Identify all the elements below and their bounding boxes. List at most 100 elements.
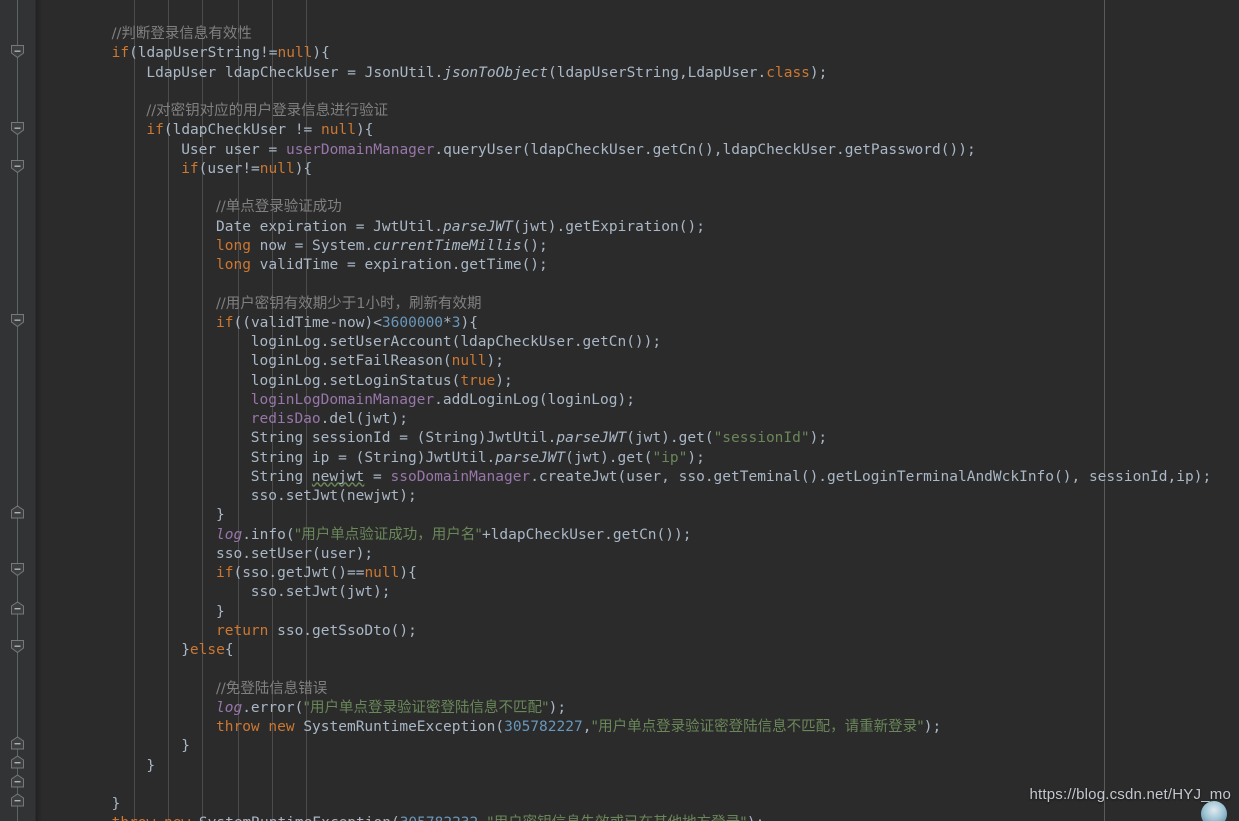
token-id: user — [626, 468, 662, 485]
fold-collapse-icon[interactable] — [10, 44, 25, 59]
token-punct: ); — [687, 449, 705, 466]
indent-guide-0 — [134, 0, 135, 821]
code-line[interactable]: }else{ — [181, 641, 233, 660]
code-line[interactable]: } — [146, 757, 155, 776]
code-line[interactable]: String newjwt = ssoDomainManager.createJ… — [251, 468, 1211, 487]
code-line[interactable]: loginLog.setUserAccount(ldapCheckUser.ge… — [251, 333, 661, 352]
fold-collapse-icon[interactable] — [10, 159, 25, 174]
token-op: < — [373, 314, 382, 331]
token-op: != — [242, 160, 260, 177]
code-editor[interactable]: //判断登录信息有效性 if(ldapUserString!=null){Ldap… — [0, 0, 1239, 821]
code-line[interactable]: Date expiration = JwtUtil.parseJWT(jwt).… — [216, 218, 705, 237]
token-id: LdapUser ldapCheckUser — [146, 64, 348, 81]
token-punct: ( — [617, 468, 627, 485]
fold-collapse-icon[interactable] — [10, 313, 25, 328]
code-line[interactable]: redisDao.del(jwt); — [251, 410, 408, 429]
code-line[interactable]: long validTime = expiration.getTime(); — [216, 256, 548, 275]
token-id: ldapUserString,LdapUser. — [556, 64, 767, 81]
token-punct: ( — [355, 411, 365, 427]
editor-gutter[interactable] — [0, 0, 36, 821]
token-id: .del — [320, 411, 356, 427]
fold-end-icon[interactable] — [10, 755, 25, 770]
code-line[interactable]: log.info("用户单点验证成功，用户名"+ldapCheckUser.ge… — [216, 526, 691, 545]
token-punct: ( — [391, 815, 400, 821]
code-line[interactable]: User user = userDomainManager.queryUser (… — [181, 141, 975, 160]
fold-end-icon[interactable] — [10, 601, 25, 616]
code-line[interactable]: //单点登录验证成功 — [216, 198, 342, 217]
code-line[interactable]: loginLog.setLoginStatus(true); — [251, 372, 513, 391]
code-line[interactable]: loginLog.setFailReason(null); — [251, 352, 504, 371]
code-line[interactable]: } — [112, 795, 121, 814]
token-punct: ){ — [460, 314, 478, 331]
code-line[interactable]: //对密钥对应的用户登录信息进行验证 — [146, 102, 388, 121]
token-stat: parseJWT — [495, 449, 566, 466]
code-line[interactable]: if(ldapCheckUser != null){ — [146, 121, 373, 140]
token-statf: log — [216, 699, 243, 716]
token-id: JwtUtil. — [425, 449, 496, 466]
token-punct: ( — [626, 430, 635, 447]
code-line[interactable]: String sessionId = (String)JwtUtil.parse… — [251, 429, 827, 448]
token-op: != — [260, 45, 278, 62]
token-punct: ( — [548, 64, 557, 81]
token-stat: currentTimeMillis — [373, 237, 522, 254]
token-op: * — [443, 314, 452, 331]
code-line[interactable]: } — [216, 603, 225, 622]
token-punct: ( — [442, 353, 452, 370]
code-line[interactable]: loginLogDomainManager.addLoginLog(loginL… — [251, 391, 635, 410]
code-line[interactable]: log.error("用户单点登录验证密登陆信息不匹配"); — [216, 699, 566, 718]
code-line[interactable]: LdapUser ldapCheckUser = JsonUtil.jsonTo… — [146, 64, 827, 83]
token-kw: throw new — [216, 719, 304, 735]
fold-collapse-icon[interactable] — [10, 121, 25, 136]
code-line[interactable]: String ip = (String)JwtUtil.parseJWT(jwt… — [251, 449, 705, 468]
token-punct: ); — [355, 545, 374, 562]
token-kw: if — [146, 122, 164, 139]
token-punct: ){ — [355, 122, 374, 139]
token-op: = — [399, 430, 417, 447]
token-punct: ). — [600, 449, 618, 466]
token-punct: ); — [809, 64, 828, 81]
code-line[interactable]: //免登陆信息错误 — [216, 680, 327, 699]
code-line[interactable]: throw new SystemRuntimeException(3057822… — [216, 718, 941, 737]
code-line[interactable]: throw new SystemRuntimeException(3057822… — [112, 814, 765, 821]
code-line[interactable]: sso.setJwt(newjwt); — [251, 487, 417, 506]
token-fld: userDomainManager — [285, 141, 435, 158]
token-id: System. — [312, 237, 374, 254]
token-fld: ssoDomainManager — [390, 468, 531, 485]
code-line[interactable]: //判断登录信息有效性 — [112, 25, 252, 44]
token-kw: if — [181, 160, 199, 177]
code-line[interactable]: return sso.getSsoDto(); — [216, 622, 417, 641]
token-id: newjwt — [346, 488, 400, 504]
fold-end-icon[interactable] — [10, 505, 25, 520]
code-content-area[interactable]: //判断登录信息有效性 if(ldapUserString!=null){Ldap… — [42, 0, 1239, 821]
fold-end-icon[interactable] — [10, 793, 25, 808]
code-line[interactable]: } — [181, 737, 190, 756]
code-line[interactable]: long now = System.currentTimeMillis(); — [216, 237, 548, 256]
token-kw: else — [189, 642, 225, 658]
fold-collapse-icon[interactable] — [10, 562, 25, 577]
code-line[interactable]: sso.setJwt(jwt); — [251, 583, 391, 602]
token-punct: ( — [338, 488, 347, 504]
code-line[interactable]: if(user!=null){ — [181, 160, 312, 179]
token-punct: (); — [521, 257, 548, 273]
code-line[interactable]: //用户密钥有效期少于1小时，刷新有效期 — [216, 295, 482, 314]
code-line[interactable]: } — [216, 506, 225, 525]
token-cmt: //对密钥对应的用户登录信息进行验证 — [146, 103, 389, 119]
code-line[interactable]: if(ldapUserString!=null){ — [112, 44, 330, 63]
token-punct: ); — [495, 372, 513, 389]
fold-end-icon[interactable] — [10, 774, 25, 789]
fold-collapse-icon[interactable] — [10, 639, 25, 654]
code-line[interactable]: if((validTime-now)<3600000*3){ — [216, 314, 478, 333]
token-id: jwt — [346, 584, 374, 601]
token-id: .addLoginLog — [434, 391, 539, 408]
token-punct: } — [181, 642, 190, 658]
token-kw: long — [216, 257, 260, 273]
token-id: loginLog.setLoginStatus — [250, 372, 452, 389]
token-op: = — [294, 237, 313, 254]
token-id: ldapCheckUser — [172, 122, 295, 139]
token-id: String sessionId — [250, 430, 400, 447]
fold-end-icon[interactable] — [10, 736, 25, 751]
code-line[interactable]: if(sso.getJwt()==null){ — [216, 564, 417, 583]
token-kw: if — [216, 565, 234, 581]
token-str: "ip" — [652, 449, 688, 466]
code-line[interactable]: sso.setUser(user); — [216, 545, 373, 564]
